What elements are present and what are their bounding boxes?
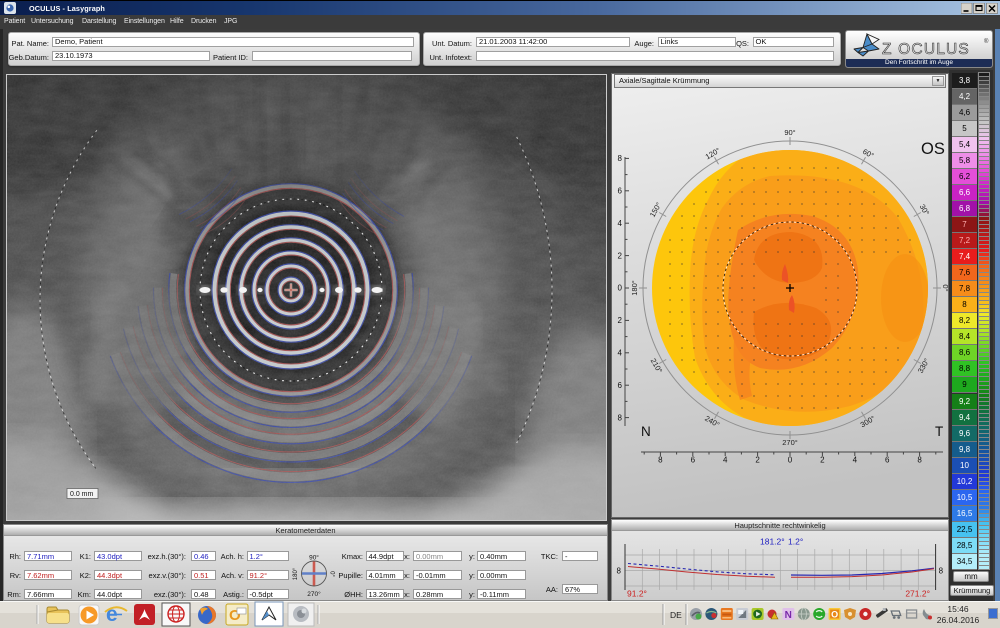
svg-text:O: O [831,610,838,620]
svg-text:N: N [785,610,792,621]
